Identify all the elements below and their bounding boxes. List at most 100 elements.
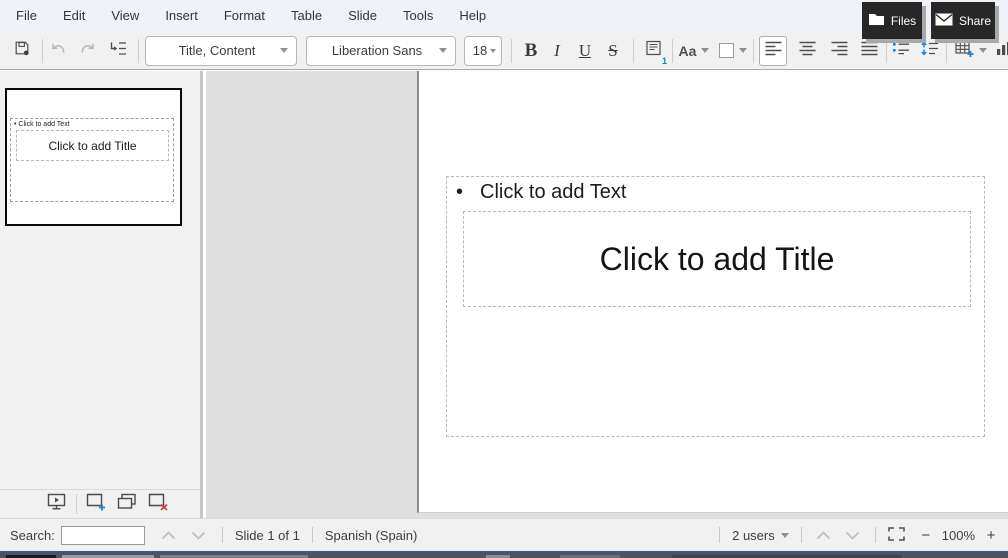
slide-position: Slide 1 of 1 [235,528,300,543]
language-status[interactable]: Spanish (Spain) [325,528,418,543]
start-presentation-button[interactable] [46,489,68,519]
chevron-down-icon [191,528,206,543]
folder-icon [868,12,885,29]
envelope-icon [935,13,953,29]
menu-file[interactable]: File [3,0,50,32]
underline-button[interactable]: U [575,36,595,66]
align-right-icon [831,41,848,61]
new-slide-icon [86,493,107,516]
menu-view[interactable]: View [98,0,152,32]
header-footer-button[interactable]: 1 [642,36,666,66]
highlight-color-button[interactable] [719,36,747,66]
menu-slide[interactable]: Slide [335,0,390,32]
new-slide-button[interactable] [85,489,107,519]
statusbar: Search: Slide 1 of 1 Spanish (Spain) 2 u… [0,518,1008,551]
search-previous-button[interactable] [159,520,179,550]
zoom-in-button[interactable]: + [984,527,998,544]
menu-insert[interactable]: Insert [152,0,211,32]
fit-frame-icon [888,527,905,544]
undo-button[interactable] [46,36,70,66]
toolbar: Title, Content Liberation Sans 18 B I U … [0,32,1008,70]
files-button-label: Files [891,14,916,28]
chevron-down-icon [845,528,860,543]
zoom-out-button[interactable]: − [919,527,933,544]
menu-tools[interactable]: Tools [390,0,446,32]
title-placeholder[interactable]: Click to add Title [463,211,971,307]
font-size-value: 18 [470,43,490,58]
align-justify-button[interactable] [856,36,882,66]
fit-to-screen-button[interactable] [887,520,907,550]
menubar: File Edit View Insert Format Table Slide… [0,0,1008,32]
character-case-button[interactable]: Aa [677,36,711,66]
save-icon [14,40,30,61]
align-center-icon [799,41,816,61]
next-slide-button[interactable] [843,520,863,550]
font-name-value: Liberation Sans [315,43,439,58]
strikethrough-button[interactable]: S [603,36,623,66]
insert-table-icon [955,40,975,62]
italic-button[interactable]: I [547,36,567,66]
document-canvas: • Click to add Text Click to add Title [206,71,1008,518]
font-name-dropdown[interactable]: Liberation Sans [306,36,456,66]
indent-button[interactable] [106,36,130,66]
underline-label: U [575,42,595,59]
files-button[interactable]: Files [862,2,922,39]
duplicate-slide-icon [117,493,137,515]
align-left-button[interactable] [759,36,787,66]
thumbnail-content-text: • Click to add Text [11,119,173,128]
share-button-label: Share [959,14,991,28]
bold-button[interactable]: B [520,36,542,66]
menu-help[interactable]: Help [446,0,499,32]
slide-panel: • Click to add Text Click to add Title [0,71,203,518]
chevron-down-icon [701,48,709,53]
thumbnail-content-placeholder: • Click to add Text Click to add Title [10,118,174,202]
insert-table-button[interactable] [953,36,989,66]
share-button[interactable]: Share [931,2,995,39]
chevron-down-icon [490,49,496,53]
slide-thumbnail[interactable]: • Click to add Text Click to add Title [5,88,182,226]
chevron-down-icon [781,533,789,538]
insert-chart-button[interactable] [996,36,1008,66]
menu-edit[interactable]: Edit [50,0,98,32]
delete-slide-button[interactable] [147,489,169,519]
italic-label: I [547,42,567,59]
delete-slide-icon [148,493,169,516]
bullet-glyph: • [456,181,463,204]
zoom-level: 100% [942,528,975,543]
menu-format[interactable]: Format [211,0,278,32]
slide-panel-toolbar [0,489,200,518]
save-button[interactable] [10,36,34,66]
chevron-down-icon [979,48,987,53]
chevron-down-icon [739,48,747,53]
previous-slide-button[interactable] [814,520,834,550]
redo-button[interactable] [76,36,100,66]
search-next-button[interactable] [189,520,209,550]
menu-table[interactable]: Table [278,0,335,32]
align-right-button[interactable] [826,36,852,66]
layout-dropdown-value: Title, Content [154,43,280,58]
bullet-list-button[interactable] [889,36,913,66]
undo-icon [49,41,67,61]
align-center-button[interactable] [794,36,820,66]
font-size-dropdown[interactable]: 18 [464,36,502,66]
character-case-label: Aa [679,43,697,59]
header-footer-badge: 1 [662,57,667,66]
paragraph-spacing-button[interactable] [917,36,941,66]
search-input[interactable] [61,526,145,545]
bullet-list-icon [892,41,910,61]
chevron-down-icon [439,48,447,53]
chevron-down-icon [280,48,288,53]
paragraph-spacing-icon [920,41,939,61]
indent-icon [109,41,127,61]
presentation-icon [47,493,67,516]
chevron-up-icon [161,528,176,543]
duplicate-slide-button[interactable] [116,489,138,519]
strikethrough-label: S [603,42,623,59]
slide-editing-area[interactable]: • Click to add Text Click to add Title [417,71,1008,513]
layout-dropdown[interactable]: Title, Content [145,36,297,66]
users-dropdown[interactable]: 2 users [732,528,789,543]
align-left-icon [765,41,782,61]
main-area: • Click to add Text Click to add Title [0,71,1008,518]
header-footer-icon [646,40,663,61]
content-placeholder-text: • Click to add Text [447,177,984,204]
